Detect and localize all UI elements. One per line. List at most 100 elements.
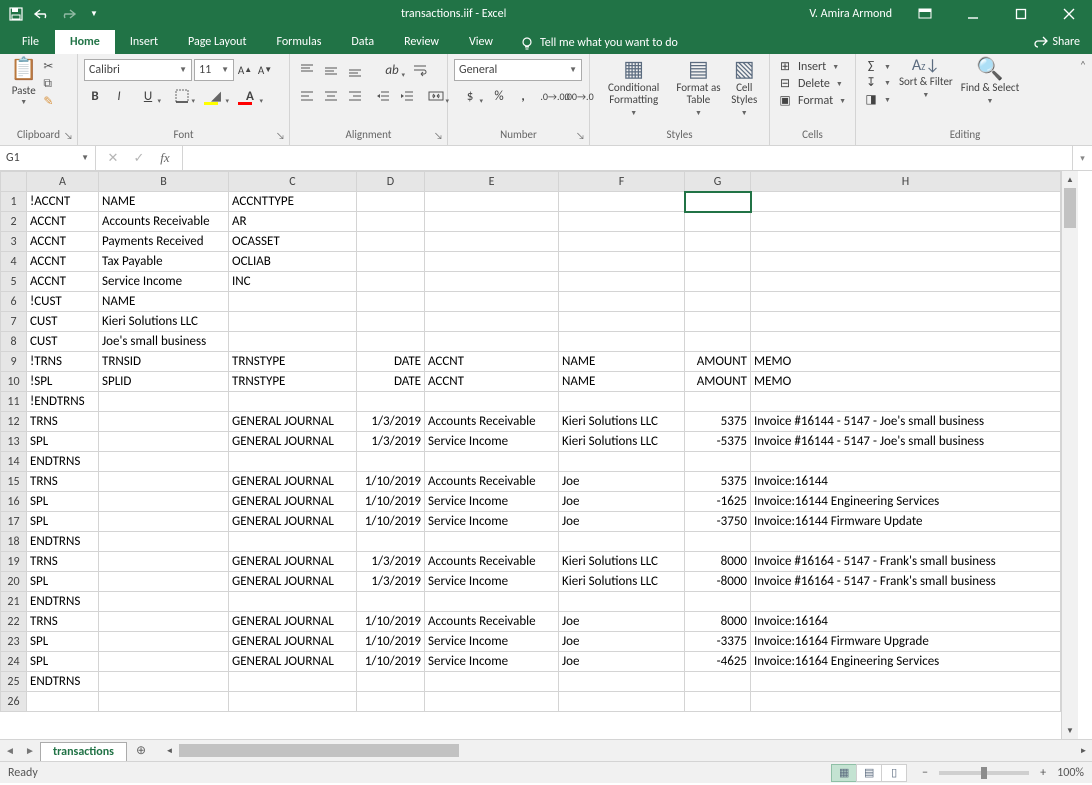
cell-G6[interactable] bbox=[685, 292, 751, 312]
column-header-G[interactable]: G bbox=[685, 172, 751, 192]
cell-E3[interactable] bbox=[425, 232, 559, 252]
align-middle-button[interactable] bbox=[320, 59, 342, 81]
formula-input[interactable] bbox=[183, 146, 1072, 170]
cell-F19[interactable]: Kieri Solutions LLC bbox=[559, 552, 685, 572]
minimize-button[interactable] bbox=[950, 0, 996, 28]
align-bottom-button[interactable] bbox=[344, 59, 366, 81]
cell-B2[interactable]: Accounts Receivable bbox=[99, 212, 229, 232]
cell-F25[interactable] bbox=[559, 672, 685, 692]
tab-review[interactable]: Review bbox=[389, 30, 454, 54]
cell-E16[interactable]: Service Income bbox=[425, 492, 559, 512]
decrease-font-button[interactable]: A▼ bbox=[256, 61, 274, 79]
cell-A10[interactable]: !SPL bbox=[27, 372, 99, 392]
cell-H25[interactable] bbox=[751, 672, 1061, 692]
cell-E4[interactable] bbox=[425, 252, 559, 272]
cell-G11[interactable] bbox=[685, 392, 751, 412]
cell-D7[interactable] bbox=[357, 312, 425, 332]
cell-G18[interactable] bbox=[685, 532, 751, 552]
zoom-in-button[interactable]: + bbox=[1035, 766, 1051, 780]
cell-D8[interactable] bbox=[357, 332, 425, 352]
cell-G15[interactable]: 5375 bbox=[685, 472, 751, 492]
cell-styles-button[interactable]: ▧ Cell Styles▼ bbox=[726, 56, 763, 117]
italic-button[interactable]: I bbox=[108, 85, 130, 107]
merge-center-button[interactable] bbox=[420, 85, 452, 107]
cell-B19[interactable] bbox=[99, 552, 229, 572]
cell-C8[interactable] bbox=[229, 332, 357, 352]
tab-insert[interactable]: Insert bbox=[115, 30, 173, 54]
cell-F17[interactable]: Joe bbox=[559, 512, 685, 532]
cell-F24[interactable]: Joe bbox=[559, 652, 685, 672]
column-header-D[interactable]: D bbox=[357, 172, 425, 192]
row-header-23[interactable]: 23 bbox=[1, 632, 27, 652]
cell-G8[interactable] bbox=[685, 332, 751, 352]
scroll-right-button[interactable]: ► bbox=[1075, 742, 1092, 759]
cell-H8[interactable] bbox=[751, 332, 1061, 352]
cell-H20[interactable]: Invoice #16164 - 5147 - Frank's small bu… bbox=[751, 572, 1061, 592]
cell-B16[interactable] bbox=[99, 492, 229, 512]
cell-G3[interactable] bbox=[685, 232, 751, 252]
vertical-scroll-thumb[interactable] bbox=[1064, 188, 1076, 228]
cell-F13[interactable]: Kieri Solutions LLC bbox=[559, 432, 685, 452]
scroll-up-button[interactable]: ▲ bbox=[1062, 171, 1078, 188]
conditional-formatting-button[interactable]: ▦ Conditional Formatting▼ bbox=[596, 56, 671, 117]
cell-B11[interactable] bbox=[99, 392, 229, 412]
save-button[interactable] bbox=[4, 2, 28, 26]
row-header-10[interactable]: 10 bbox=[1, 372, 27, 392]
cell-F6[interactable] bbox=[559, 292, 685, 312]
cell-C14[interactable] bbox=[229, 452, 357, 472]
tab-page-layout[interactable]: Page Layout bbox=[173, 30, 261, 54]
cell-C7[interactable] bbox=[229, 312, 357, 332]
cell-H24[interactable]: Invoice:16164 Engineering Services bbox=[751, 652, 1061, 672]
cell-E6[interactable] bbox=[425, 292, 559, 312]
cell-F20[interactable]: Kieri Solutions LLC bbox=[559, 572, 685, 592]
cell-D6[interactable] bbox=[357, 292, 425, 312]
cell-G24[interactable]: -4625 bbox=[685, 652, 751, 672]
cell-D23[interactable]: 1/10/2019 bbox=[357, 632, 425, 652]
cell-D1[interactable] bbox=[357, 192, 425, 212]
cell-A9[interactable]: !TRNS bbox=[27, 352, 99, 372]
cell-D20[interactable]: 1/3/2019 bbox=[357, 572, 425, 592]
cell-H7[interactable] bbox=[751, 312, 1061, 332]
borders-button[interactable] bbox=[166, 85, 198, 107]
scroll-left-button[interactable]: ◄ bbox=[161, 742, 178, 759]
row-header-14[interactable]: 14 bbox=[1, 452, 27, 472]
row-header-19[interactable]: 19 bbox=[1, 552, 27, 572]
tab-file[interactable]: File bbox=[6, 30, 55, 54]
row-header-24[interactable]: 24 bbox=[1, 652, 27, 672]
cell-C20[interactable]: GENERAL JOURNAL bbox=[229, 572, 357, 592]
wrap-text-button[interactable] bbox=[410, 59, 432, 81]
cell-C25[interactable] bbox=[229, 672, 357, 692]
cell-H2[interactable] bbox=[751, 212, 1061, 232]
find-select-button[interactable]: 🔍 Find & Select▼ bbox=[957, 56, 1023, 105]
autosum-button[interactable]: ∑▼ bbox=[862, 59, 891, 73]
row-header-26[interactable]: 26 bbox=[1, 692, 27, 712]
increase-decimal-button[interactable]: .0→.00 bbox=[544, 85, 566, 107]
cell-C6[interactable] bbox=[229, 292, 357, 312]
cell-G13[interactable]: -5375 bbox=[685, 432, 751, 452]
increase-font-button[interactable]: A▲ bbox=[236, 61, 254, 79]
clipboard-dialog-launcher[interactable]: ↘ bbox=[64, 129, 73, 142]
cell-A24[interactable]: SPL bbox=[27, 652, 99, 672]
cell-D26[interactable] bbox=[357, 692, 425, 712]
cell-C22[interactable]: GENERAL JOURNAL bbox=[229, 612, 357, 632]
tab-formulas[interactable]: Formulas bbox=[261, 30, 336, 54]
cell-A2[interactable]: ACCNT bbox=[27, 212, 99, 232]
cell-B13[interactable] bbox=[99, 432, 229, 452]
cell-F4[interactable] bbox=[559, 252, 685, 272]
cell-B15[interactable] bbox=[99, 472, 229, 492]
cell-F1[interactable] bbox=[559, 192, 685, 212]
cell-G2[interactable] bbox=[685, 212, 751, 232]
row-header-9[interactable]: 9 bbox=[1, 352, 27, 372]
font-dialog-launcher[interactable]: ↘ bbox=[276, 129, 285, 142]
font-name-combo[interactable]: Calibri▼ bbox=[84, 59, 192, 81]
column-header-C[interactable]: C bbox=[229, 172, 357, 192]
cell-H1[interactable] bbox=[751, 192, 1061, 212]
align-left-button[interactable] bbox=[296, 85, 318, 107]
cell-E23[interactable]: Service Income bbox=[425, 632, 559, 652]
cell-E2[interactable] bbox=[425, 212, 559, 232]
scroll-down-button[interactable]: ▼ bbox=[1062, 722, 1078, 739]
expand-formula-bar-button[interactable]: ▾ bbox=[1072, 146, 1092, 170]
copy-button[interactable]: ⧉ bbox=[43, 77, 53, 91]
row-header-15[interactable]: 15 bbox=[1, 472, 27, 492]
cell-B22[interactable] bbox=[99, 612, 229, 632]
